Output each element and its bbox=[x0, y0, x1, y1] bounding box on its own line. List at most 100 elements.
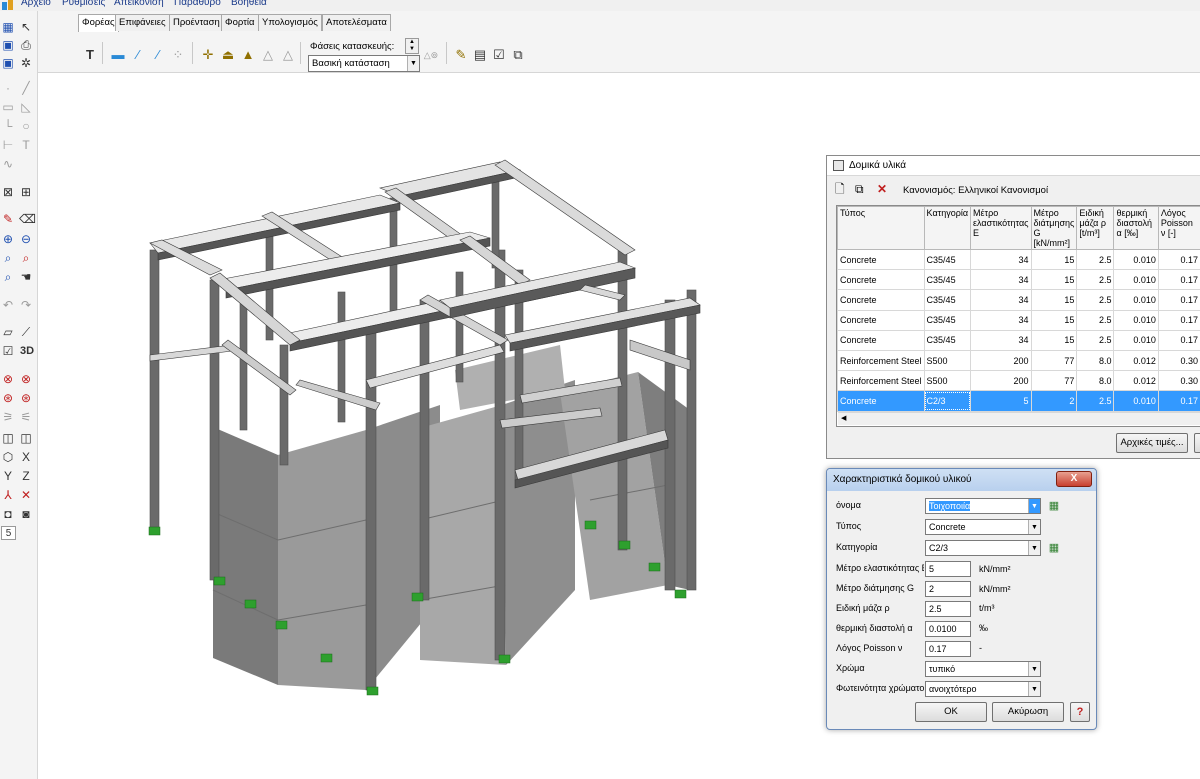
support-pinned-icon[interactable]: ▲ bbox=[240, 47, 256, 63]
cell-poisson-ratio[interactable]: 0.17 bbox=[1157, 269, 1200, 291]
beam-grid-icon[interactable]: ⁘ bbox=[170, 47, 186, 63]
axes-3d-icon[interactable]: ✕ bbox=[19, 488, 33, 502]
help-button[interactable]: ? bbox=[1070, 702, 1090, 722]
cell-category[interactable]: C35/45 bbox=[923, 248, 972, 271]
cell-shear-modulus[interactable]: 15 bbox=[1030, 289, 1078, 311]
horizontal-scrollbar[interactable]: ◀ bbox=[838, 412, 1200, 425]
select-cursor-icon[interactable]: ↖ bbox=[19, 20, 33, 34]
cell-thermal-expansion[interactable]: 0.010 bbox=[1113, 390, 1159, 412]
col-header-poisson-ratio[interactable]: Λόγος Poisson ν [-] bbox=[1157, 206, 1200, 250]
rotate-plane-icon[interactable]: ⟋ bbox=[19, 325, 33, 339]
cell-poisson-ratio[interactable]: 0.30 bbox=[1157, 370, 1200, 392]
zoom-all-icon[interactable]: ⌕ bbox=[19, 251, 33, 265]
table-row[interactable]: Concrete C35/45 34 15 2.5 0.010 0.17 bbox=[837, 329, 1200, 351]
name-combobox[interactable]: Τοιχοποιία ▼ bbox=[925, 498, 1041, 514]
node-icon[interactable]: ✛ bbox=[200, 47, 216, 63]
cell-type[interactable]: Concrete bbox=[837, 309, 925, 331]
cell-category[interactable]: C35/45 bbox=[923, 329, 972, 351]
l-shape-icon[interactable]: └ bbox=[1, 119, 15, 133]
cell-elastic-modulus[interactable]: 200 bbox=[970, 370, 1032, 392]
checkbox-icon[interactable]: ☑ bbox=[1, 344, 15, 358]
curved-beam-icon[interactable]: ⁄ bbox=[130, 47, 146, 63]
cell-type[interactable]: Concrete bbox=[837, 329, 925, 351]
new-structure-icon[interactable]: ▦ bbox=[1, 20, 15, 34]
cell-type[interactable]: Concrete bbox=[837, 390, 925, 412]
cell-shear-modulus[interactable]: 15 bbox=[1030, 329, 1078, 351]
cell-density[interactable]: 8.0 bbox=[1076, 370, 1115, 392]
table-row[interactable]: Reinforcement Steel S500 200 77 8.0 0.012 0.30 bbox=[837, 349, 1200, 372]
cell-shear-modulus[interactable]: 77 bbox=[1030, 370, 1078, 392]
polygon-icon[interactable]: ◺ bbox=[19, 100, 33, 114]
phase-dropdown[interactable]: Βασική κατάσταση ▼ bbox=[308, 55, 420, 72]
cell-density[interactable]: 2.5 bbox=[1076, 329, 1115, 351]
table-row[interactable]: Concrete C2/3 5 2 2.5 0.010 0.17 bbox=[837, 390, 1200, 412]
cell-category[interactable]: S500 bbox=[923, 349, 972, 372]
col-header-thermal-expansion[interactable]: θερμική διαστολή α [‰] bbox=[1113, 206, 1159, 250]
extra-button[interactable] bbox=[1194, 433, 1200, 453]
cell-thermal-expansion[interactable]: 0.010 bbox=[1113, 269, 1159, 291]
table-row[interactable]: Concrete C35/45 34 15 2.5 0.010 0.17 bbox=[837, 289, 1200, 311]
cell-poisson-ratio[interactable]: 0.17 bbox=[1157, 329, 1200, 351]
scroll-left-icon[interactable]: ◀ bbox=[841, 415, 846, 422]
cell-poisson-ratio[interactable]: 0.30 bbox=[1157, 349, 1200, 372]
col-header-elastic-modulus[interactable]: Μέτρο ελαστικότητας E bbox=[970, 206, 1032, 250]
menu-file[interactable]: Αρχείο bbox=[21, 0, 51, 8]
category-dropdown[interactable]: C2/3 ▼ bbox=[925, 540, 1041, 556]
structure-3d-view[interactable] bbox=[38, 73, 818, 779]
export-icon[interactable]: ✲ bbox=[19, 56, 33, 70]
pan-hand-icon[interactable]: ☚ bbox=[19, 270, 33, 284]
density-input[interactable] bbox=[925, 601, 971, 617]
cell-category[interactable]: C2/3 bbox=[923, 390, 972, 412]
print-icon[interactable]: ⎙ bbox=[19, 38, 33, 52]
delete-material-icon[interactable]: ✕ bbox=[877, 182, 891, 196]
cell-type[interactable]: Concrete bbox=[837, 248, 925, 271]
cancel-button[interactable]: Ακύρωση bbox=[992, 702, 1064, 722]
chevron-down-icon[interactable]: ▼ bbox=[1028, 520, 1040, 534]
zoom-out-icon[interactable]: ⊖ bbox=[19, 232, 33, 246]
line-icon[interactable]: ╱ bbox=[19, 81, 33, 95]
eraser-icon[interactable]: ⌫ bbox=[19, 212, 36, 226]
chevron-down-icon[interactable]: ▼ bbox=[1028, 499, 1040, 513]
brightness-dropdown[interactable]: ανοιχτότερο ▼ bbox=[925, 681, 1041, 697]
material-properties-titlebar[interactable]: Χαρακτηριστικά δομικού υλικού X bbox=[827, 469, 1096, 491]
cell-category[interactable]: S500 bbox=[923, 370, 972, 392]
close-button[interactable]: X bbox=[1056, 471, 1092, 487]
edit-name-icon[interactable]: ▦ bbox=[1047, 499, 1061, 513]
cell-shear-modulus[interactable]: 15 bbox=[1030, 309, 1078, 331]
type-dropdown[interactable]: Concrete ▼ bbox=[925, 519, 1041, 535]
point-icon[interactable]: · bbox=[1, 81, 15, 95]
support-roller-icon[interactable]: △ bbox=[260, 47, 276, 63]
zoom-stepper[interactable]: 5 bbox=[1, 526, 16, 540]
poisson-ratio-input[interactable] bbox=[925, 641, 971, 657]
chevron-down-icon[interactable]: ▼ bbox=[1028, 682, 1040, 696]
cell-density[interactable]: 2.5 bbox=[1076, 248, 1115, 271]
cell-shear-modulus[interactable]: 15 bbox=[1030, 269, 1078, 291]
cell-shear-modulus[interactable]: 77 bbox=[1030, 349, 1078, 372]
measure-icon[interactable]: ⊠ bbox=[1, 185, 15, 199]
cell-density[interactable]: 2.5 bbox=[1076, 309, 1115, 331]
cell-density[interactable]: 2.5 bbox=[1076, 390, 1115, 412]
view-z-icon[interactable]: Z bbox=[19, 469, 33, 483]
cell-poisson-ratio[interactable]: 0.17 bbox=[1157, 390, 1200, 412]
cube-top-icon[interactable]: ⬡ bbox=[1, 450, 15, 464]
plane-icon[interactable]: ▱ bbox=[1, 325, 15, 339]
redo-icon[interactable]: ↷ bbox=[19, 298, 33, 312]
axes-toggle-icon[interactable]: ⚞ bbox=[1, 410, 15, 424]
cell-elastic-modulus[interactable]: 34 bbox=[970, 329, 1032, 351]
cell-elastic-modulus[interactable]: 34 bbox=[970, 309, 1032, 331]
cell-poisson-ratio[interactable]: 0.17 bbox=[1157, 309, 1200, 331]
tab-results[interactable]: Αποτελέσματα bbox=[322, 14, 391, 31]
view-3d-button[interactable]: 3D bbox=[18, 344, 36, 358]
cell-poisson-ratio[interactable]: 0.17 bbox=[1157, 248, 1200, 271]
dimension-icon[interactable]: ⊢ bbox=[1, 138, 15, 152]
curve-icon[interactable]: ∿ bbox=[1, 157, 15, 171]
cell-density[interactable]: 2.5 bbox=[1076, 269, 1115, 291]
table-row[interactable]: Concrete C35/45 34 15 2.5 0.010 0.17 bbox=[837, 309, 1200, 331]
table-row[interactable]: Reinforcement Steel S500 200 77 8.0 0.012 0.30 bbox=[837, 370, 1200, 392]
zoom-in-icon[interactable]: ⊕ bbox=[1, 232, 15, 246]
col-header-density[interactable]: Ειδική μάζα ρ [t/m³] bbox=[1076, 206, 1115, 250]
cell-thermal-expansion[interactable]: 0.010 bbox=[1113, 248, 1159, 271]
new-material-icon[interactable]: 🗋 bbox=[835, 182, 849, 196]
report-icon[interactable]: ▤ bbox=[472, 47, 488, 63]
tab-surfaces[interactable]: Επιφάνειες bbox=[115, 14, 170, 31]
